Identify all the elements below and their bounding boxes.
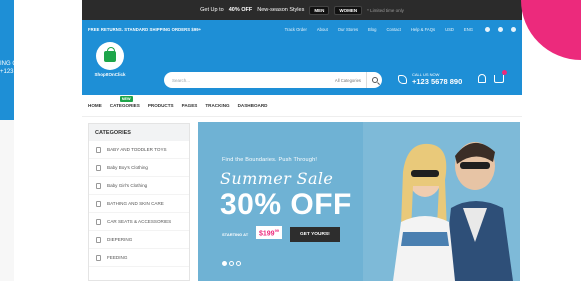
cart-icon[interactable]	[494, 69, 507, 83]
instagram-icon[interactable]	[485, 26, 490, 32]
promo-men-button[interactable]: MEN	[309, 5, 330, 15]
call-us: CALL US NOW +123 5678 890	[398, 72, 462, 86]
categories-heading: CATEGORIES	[89, 124, 189, 141]
nav-dashboard[interactable]: DASHBOARD	[238, 103, 268, 108]
search-button[interactable]	[366, 72, 382, 88]
couple-photo	[363, 122, 520, 281]
category-icon	[96, 200, 101, 207]
category-item[interactable]: Baby Boy's Clothing	[89, 159, 189, 177]
facebook-icon[interactable]	[511, 26, 516, 32]
category-icon	[96, 254, 101, 261]
categories-panel: CATEGORIES BABY AND TODDLER TOYS Baby Bo…	[88, 123, 190, 281]
header-icons	[478, 69, 507, 83]
cart-badge	[502, 69, 507, 75]
site-logo[interactable]: ShopItOnClick	[90, 42, 130, 77]
category-label: DIEPERING	[107, 237, 133, 242]
language-dropdown[interactable]: ENG	[464, 27, 473, 32]
phone-icon	[398, 74, 407, 84]
slider-dots	[222, 261, 241, 266]
logo-badge	[96, 42, 124, 70]
category-icon	[96, 164, 101, 171]
banner-tagline: Find the Boundaries. Push Through!	[222, 157, 318, 163]
left-cropped-body	[0, 120, 14, 281]
shopping-bag-icon	[104, 47, 116, 62]
nav-categories-label: CATEGORIES	[109, 103, 140, 108]
new-badge: NEW	[119, 96, 133, 102]
top-links: Track Order About Our Stores Blog Contac…	[285, 27, 473, 32]
banner-price-main: $199	[259, 230, 275, 238]
top-link-contact[interactable]: Contact	[386, 27, 400, 32]
category-item[interactable]: CAR SEATS & ACCESSORIES	[89, 213, 189, 231]
currency-dropdown[interactable]: USD	[445, 27, 454, 32]
nav-categories[interactable]: NEW CATEGORIES	[109, 96, 140, 108]
nav-pages[interactable]: PAGES	[182, 103, 198, 108]
page-body: CATEGORIES BABY AND TODDLER TOYS Baby Bo…	[82, 117, 522, 281]
promo-tail: New-season Styles	[257, 7, 305, 13]
store-page: Get Up to 40% OFF New-season Styles MEN …	[82, 0, 522, 281]
nav-tracking[interactable]: TRACKING	[205, 103, 229, 108]
category-item[interactable]: BATHING AND SKIN CARE	[89, 195, 189, 213]
top-link-help[interactable]: Help & FAQs	[411, 27, 435, 32]
top-link-about[interactable]: About	[317, 27, 328, 32]
left-cropped-number: +123	[0, 69, 14, 75]
page: ING OI +123 Get Up to 40% OFF New-season…	[0, 0, 581, 281]
main-nav: HOME NEW CATEGORIES PRODUCTS PAGES TRACK…	[82, 95, 522, 117]
top-link-our-stores[interactable]: Our Stores	[338, 27, 358, 32]
category-label: FEEDING	[107, 255, 128, 260]
promo-highlight: 40% OFF	[228, 7, 253, 13]
promo-bar: Get Up to 40% OFF New-season Styles MEN …	[82, 0, 522, 20]
hero-banner[interactable]: Find the Boundaries. Push Through! Summe…	[198, 122, 520, 281]
banner-starting-label: STARTING AT	[222, 232, 249, 237]
nav-products[interactable]: PRODUCTS	[148, 103, 174, 108]
category-item[interactable]: BABY AND TODDLER TOYS	[89, 141, 189, 159]
nav-home[interactable]: HOME	[88, 103, 102, 108]
user-icon[interactable]	[478, 74, 486, 83]
left-cropped-panel: ING OI +123	[0, 0, 14, 120]
header-topline: FREE RETURNS. STANDARD SHIPPING ORDERS $…	[88, 24, 516, 34]
slider-dot[interactable]	[236, 261, 241, 266]
slider-dot[interactable]	[222, 261, 227, 266]
category-item[interactable]: Baby Girl's Clothing	[89, 177, 189, 195]
category-icon	[96, 218, 101, 225]
category-label: CAR SEATS & ACCESSORIES	[107, 219, 172, 224]
banner-price-cents: 99	[274, 228, 280, 233]
search-input[interactable]: Search...	[172, 78, 190, 83]
category-label: BABY AND TODDLER TOYS	[107, 147, 167, 152]
search-icon	[371, 77, 378, 83]
search-category-dropdown[interactable]: All Categories	[335, 78, 361, 83]
top-link-blog[interactable]: Blog	[368, 27, 376, 32]
site-header: FREE RETURNS. STANDARD SHIPPING ORDERS $…	[82, 20, 522, 95]
category-label: BATHING AND SKIN CARE	[107, 201, 164, 206]
banner-price: $19999	[256, 226, 283, 240]
category-label: Baby Boy's Clothing	[107, 165, 148, 170]
social-links	[485, 26, 516, 32]
banner-title: Summer Sale	[220, 169, 334, 188]
promo-lead: Get Up to	[200, 7, 224, 13]
get-yours-button[interactable]: GET YOURS!	[290, 227, 340, 242]
category-item[interactable]: FEEDING	[89, 249, 189, 267]
banner-discount: 30% OFF	[220, 188, 352, 221]
top-link-track-order[interactable]: Track Order	[285, 27, 307, 32]
call-number[interactable]: +123 5678 890	[412, 77, 462, 86]
shipping-notice: FREE RETURNS. STANDARD SHIPPING ORDERS $…	[88, 26, 202, 32]
promo-note: * Limited time only	[367, 7, 404, 13]
left-cropped-text: ING OI	[0, 61, 14, 67]
slider-dot[interactable]	[229, 261, 234, 266]
category-label: Baby Girl's Clothing	[107, 183, 148, 188]
promo-women-button[interactable]: WOMEN	[334, 5, 363, 15]
search-bar[interactable]: Search... All Categories	[164, 72, 382, 88]
category-icon	[96, 236, 101, 243]
pink-corner-shape	[521, 0, 581, 60]
category-item[interactable]: DIEPERING	[89, 231, 189, 249]
logo-name: ShopItOnClick	[94, 72, 126, 77]
category-icon	[96, 182, 101, 189]
twitter-icon[interactable]	[498, 26, 503, 32]
category-icon	[96, 146, 101, 153]
